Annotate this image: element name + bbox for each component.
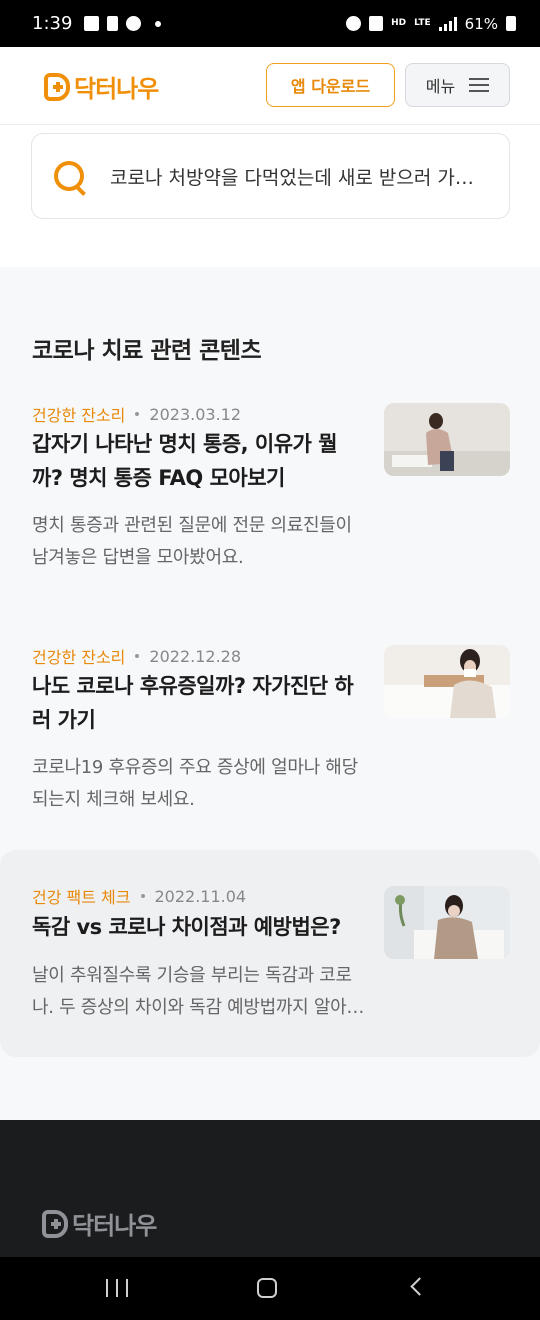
alarm-icon bbox=[346, 16, 362, 31]
separator-dot-icon bbox=[140, 894, 145, 898]
notification-dot-icon bbox=[155, 20, 162, 27]
article-description: 코로나19 후유증의 주요 증상에 얼마나 해당되는지 체크해 보세요. bbox=[32, 757, 358, 810]
separator-dot-icon bbox=[135, 412, 140, 416]
article-category: 건강 팩트 체크 bbox=[32, 888, 131, 907]
article-meta: 건강 팩트 체크 2022.11.04 bbox=[32, 884, 246, 908]
timer-icon bbox=[126, 16, 142, 31]
article-title: 나도 코로나 후유증일까? 자가진단 하러 가기 bbox=[32, 674, 354, 732]
logo[interactable]: 닥터나우 bbox=[44, 69, 159, 104]
footer-logo-text: 닥터나우 bbox=[72, 1212, 157, 1240]
article-category: 건강한 잔소리 bbox=[32, 648, 126, 667]
article-title: 갑자기 나타난 명치 통증, 이유가 뭘까? 명치 통증 FAQ 모아보기 bbox=[32, 432, 338, 490]
article-card[interactable]: 건강한 잔소리 2023.03.12 갑자기 나타난 명치 통증, 이유가 뭘까… bbox=[0, 385, 540, 595]
signal-icon bbox=[438, 16, 457, 31]
article-card[interactable]: 건강 팩트 체크 2022.11.04 독감 vs 코로나 차이점과 예방법은?… bbox=[0, 850, 540, 1057]
home-icon[interactable] bbox=[257, 1278, 277, 1298]
menu-button-label: 메뉴 bbox=[425, 77, 456, 96]
search-box[interactable]: 코로나 처방약을 다먹었는데 새로 받으러 가야하나요? bbox=[31, 133, 510, 219]
footer: 닥터나우 bbox=[0, 1120, 540, 1257]
article-title: 독감 vs 코로나 차이점과 예방법은? bbox=[32, 915, 341, 939]
separator-dot-icon bbox=[135, 654, 140, 658]
system-nav-bar bbox=[0, 1257, 540, 1320]
app-download-button[interactable]: 앱 다운로드 bbox=[266, 63, 395, 107]
recent-apps-icon[interactable] bbox=[106, 1279, 128, 1297]
mute-icon bbox=[369, 16, 384, 31]
status-time: 1:39 bbox=[32, 13, 73, 34]
logo-mark-icon bbox=[44, 72, 70, 101]
section-title: 코로나 치료 관련 콘텐츠 bbox=[32, 338, 262, 364]
article-description: 명치 통증과 관련된 질문에 전문 의료진들이 남겨놓은 답변을 모아봤어요. bbox=[32, 515, 352, 568]
hourglass-icon bbox=[107, 16, 119, 31]
article-meta: 건강한 잔소리 2023.03.12 bbox=[32, 402, 241, 426]
article-thumbnail bbox=[384, 886, 510, 959]
footer-logo: 닥터나우 bbox=[42, 1206, 157, 1241]
article-date: 2023.03.12 bbox=[149, 404, 242, 424]
battery-percent: 61% bbox=[464, 14, 498, 33]
search-icon bbox=[54, 161, 84, 191]
battery-icon bbox=[506, 16, 516, 31]
footer-logo-mark-icon bbox=[42, 1209, 68, 1238]
status-bar: 1:39 HD LTE 61% bbox=[0, 0, 540, 47]
article-thumbnail bbox=[384, 403, 510, 476]
app-header: 닥터나우 앱 다운로드 메뉴 bbox=[0, 47, 540, 125]
menu-button[interactable]: 메뉴 bbox=[405, 63, 510, 107]
back-icon[interactable] bbox=[410, 1277, 429, 1296]
article-card[interactable]: 건강한 잔소리 2022.12.28 나도 코로나 후유증일까? 자가진단 하러… bbox=[0, 627, 540, 837]
lte-label: LTE bbox=[414, 18, 431, 28]
gallery-icon bbox=[84, 16, 100, 31]
hd-voice-label: HD bbox=[391, 18, 407, 28]
article-description: 날이 추워질수록 기승을 부리는 독감과 코로나. 두 증상의 차이와 독감 예… bbox=[32, 965, 363, 1018]
article-date: 2022.12.28 bbox=[149, 646, 242, 666]
hamburger-icon bbox=[469, 78, 490, 92]
logo-text: 닥터나우 bbox=[74, 75, 159, 103]
article-date: 2022.11.04 bbox=[154, 886, 247, 906]
article-meta: 건강한 잔소리 2022.12.28 bbox=[32, 644, 241, 668]
article-category: 건강한 잔소리 bbox=[32, 406, 126, 425]
article-thumbnail bbox=[384, 645, 510, 718]
search-query: 코로나 처방약을 다먹었는데 새로 받으러 가야하나요? bbox=[110, 166, 482, 189]
related-contents-section: 코로나 치료 관련 콘텐츠 건강한 잔소리 2023.03.12 갑자기 나타난… bbox=[0, 267, 540, 1120]
